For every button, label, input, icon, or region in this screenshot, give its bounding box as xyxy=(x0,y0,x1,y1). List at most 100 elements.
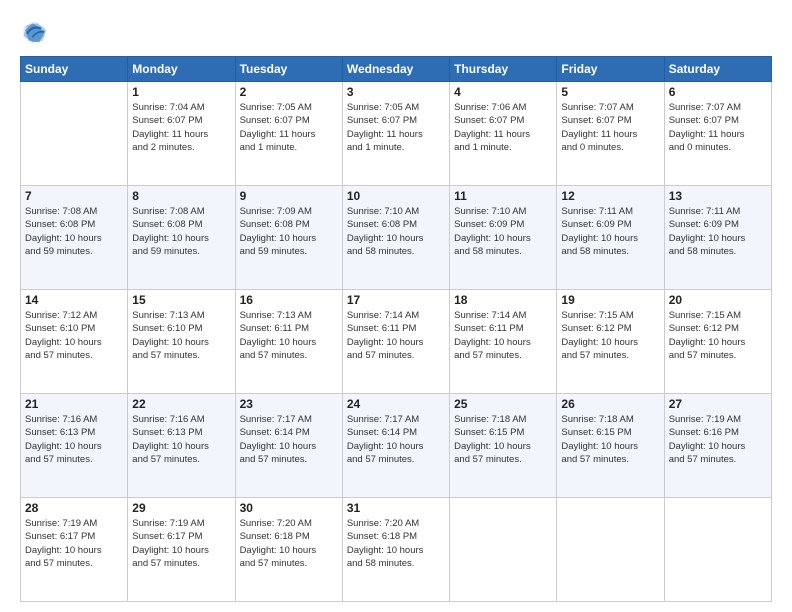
day-number: 14 xyxy=(25,293,123,307)
day-info: Sunrise: 7:15 AM Sunset: 6:12 PM Dayligh… xyxy=(561,309,659,362)
day-number: 11 xyxy=(454,189,552,203)
day-cell: 3 Sunrise: 7:05 AM Sunset: 6:07 PM Daylig… xyxy=(342,82,449,186)
day-info: Sunrise: 7:10 AM Sunset: 6:09 PM Dayligh… xyxy=(454,205,552,258)
day-info: Sunrise: 7:07 AM Sunset: 6:07 PM Dayligh… xyxy=(561,101,659,154)
day-cell xyxy=(450,498,557,602)
day-cell xyxy=(21,82,128,186)
day-info: Sunrise: 7:18 AM Sunset: 6:15 PM Dayligh… xyxy=(561,413,659,466)
day-number: 5 xyxy=(561,85,659,99)
day-cell: 10Sunrise: 7:10 AM Sunset: 6:08 PM Dayli… xyxy=(342,186,449,290)
day-info: Sunrise: 7:18 AM Sunset: 6:15 PM Dayligh… xyxy=(454,413,552,466)
day-cell xyxy=(557,498,664,602)
day-cell: 30 Sunrise: 7:20 AM Sunset: 6:18 PM Dayli… xyxy=(235,498,342,602)
day-info: Sunrise: 7:16 AM Sunset: 6:13 PM Dayligh… xyxy=(25,413,123,466)
weekday-thursday: Thursday xyxy=(450,57,557,82)
day-info: Sunrise: 7:09 AM Sunset: 6:08 PM Dayligh… xyxy=(240,205,338,258)
header xyxy=(20,18,772,46)
day-number: 15 xyxy=(132,293,230,307)
weekday-monday: Monday xyxy=(128,57,235,82)
week-row-1: 7 Sunrise: 7:08 AM Sunset: 6:08 PM Daylig… xyxy=(21,186,772,290)
day-info: Sunrise: 7:20 AM Sunset: 6:18 PM Dayligh… xyxy=(240,517,338,570)
day-cell: 17Sunrise: 7:14 AM Sunset: 6:11 PM Dayli… xyxy=(342,290,449,394)
day-cell: 26 Sunrise: 7:18 AM Sunset: 6:15 PM Dayli… xyxy=(557,394,664,498)
day-cell: 11 Sunrise: 7:10 AM Sunset: 6:09 PM Dayli… xyxy=(450,186,557,290)
day-number: 2 xyxy=(240,85,338,99)
day-cell: 23 Sunrise: 7:17 AM Sunset: 6:14 PM Dayli… xyxy=(235,394,342,498)
day-cell: 6 Sunrise: 7:07 AM Sunset: 6:07 PM Daylig… xyxy=(664,82,771,186)
day-number: 13 xyxy=(669,189,767,203)
day-number: 27 xyxy=(669,397,767,411)
day-number: 29 xyxy=(132,501,230,515)
calendar-table: SundayMondayTuesdayWednesdayThursdayFrid… xyxy=(20,56,772,602)
day-info: Sunrise: 7:19 AM Sunset: 6:17 PM Dayligh… xyxy=(25,517,123,570)
week-row-4: 28 Sunrise: 7:19 AM Sunset: 6:17 PM Dayli… xyxy=(21,498,772,602)
day-number: 3 xyxy=(347,85,445,99)
day-number: 30 xyxy=(240,501,338,515)
day-number: 9 xyxy=(240,189,338,203)
day-number: 4 xyxy=(454,85,552,99)
day-number: 7 xyxy=(25,189,123,203)
day-cell: 31Sunrise: 7:20 AM Sunset: 6:18 PM Dayli… xyxy=(342,498,449,602)
logo xyxy=(20,18,52,46)
week-row-3: 21 Sunrise: 7:16 AM Sunset: 6:13 PM Dayli… xyxy=(21,394,772,498)
day-number: 6 xyxy=(669,85,767,99)
logo-icon xyxy=(20,18,48,46)
day-info: Sunrise: 7:08 AM Sunset: 6:08 PM Dayligh… xyxy=(132,205,230,258)
day-cell: 18 Sunrise: 7:14 AM Sunset: 6:11 PM Dayli… xyxy=(450,290,557,394)
week-row-2: 14 Sunrise: 7:12 AM Sunset: 6:10 PM Dayli… xyxy=(21,290,772,394)
day-cell: 9 Sunrise: 7:09 AM Sunset: 6:08 PM Daylig… xyxy=(235,186,342,290)
day-cell: 16 Sunrise: 7:13 AM Sunset: 6:11 PM Dayli… xyxy=(235,290,342,394)
day-info: Sunrise: 7:17 AM Sunset: 6:14 PM Dayligh… xyxy=(347,413,445,466)
day-info: Sunrise: 7:19 AM Sunset: 6:16 PM Dayligh… xyxy=(669,413,767,466)
day-number: 19 xyxy=(561,293,659,307)
day-number: 28 xyxy=(25,501,123,515)
weekday-friday: Friday xyxy=(557,57,664,82)
day-info: Sunrise: 7:14 AM Sunset: 6:11 PM Dayligh… xyxy=(454,309,552,362)
day-number: 12 xyxy=(561,189,659,203)
weekday-sunday: Sunday xyxy=(21,57,128,82)
day-cell: 2Sunrise: 7:05 AM Sunset: 6:07 PM Daylig… xyxy=(235,82,342,186)
day-number: 18 xyxy=(454,293,552,307)
day-cell: 7Sunrise: 7:08 AM Sunset: 6:08 PM Daylig… xyxy=(21,186,128,290)
day-cell: 27 Sunrise: 7:19 AM Sunset: 6:16 PM Dayli… xyxy=(664,394,771,498)
day-cell: 8 Sunrise: 7:08 AM Sunset: 6:08 PM Daylig… xyxy=(128,186,235,290)
weekday-saturday: Saturday xyxy=(664,57,771,82)
day-info: Sunrise: 7:19 AM Sunset: 6:17 PM Dayligh… xyxy=(132,517,230,570)
weekday-wednesday: Wednesday xyxy=(342,57,449,82)
day-number: 23 xyxy=(240,397,338,411)
day-info: Sunrise: 7:15 AM Sunset: 6:12 PM Dayligh… xyxy=(669,309,767,362)
day-info: Sunrise: 7:11 AM Sunset: 6:09 PM Dayligh… xyxy=(669,205,767,258)
day-cell: 1Sunrise: 7:04 AM Sunset: 6:07 PM Daylig… xyxy=(128,82,235,186)
day-info: Sunrise: 7:07 AM Sunset: 6:07 PM Dayligh… xyxy=(669,101,767,154)
day-cell: 14 Sunrise: 7:12 AM Sunset: 6:10 PM Dayli… xyxy=(21,290,128,394)
day-number: 26 xyxy=(561,397,659,411)
day-number: 20 xyxy=(669,293,767,307)
day-cell: 5 Sunrise: 7:07 AM Sunset: 6:07 PM Daylig… xyxy=(557,82,664,186)
day-info: Sunrise: 7:13 AM Sunset: 6:11 PM Dayligh… xyxy=(240,309,338,362)
day-info: Sunrise: 7:10 AM Sunset: 6:08 PM Dayligh… xyxy=(347,205,445,258)
weekday-header-row: SundayMondayTuesdayWednesdayThursdayFrid… xyxy=(21,57,772,82)
calendar-page: SundayMondayTuesdayWednesdayThursdayFrid… xyxy=(0,0,792,612)
day-cell: 12 Sunrise: 7:11 AM Sunset: 6:09 PM Dayli… xyxy=(557,186,664,290)
day-cell: 24Sunrise: 7:17 AM Sunset: 6:14 PM Dayli… xyxy=(342,394,449,498)
day-number: 21 xyxy=(25,397,123,411)
day-info: Sunrise: 7:05 AM Sunset: 6:07 PM Dayligh… xyxy=(347,101,445,154)
day-cell xyxy=(664,498,771,602)
day-info: Sunrise: 7:16 AM Sunset: 6:13 PM Dayligh… xyxy=(132,413,230,466)
day-number: 31 xyxy=(347,501,445,515)
day-cell: 13 Sunrise: 7:11 AM Sunset: 6:09 PM Dayli… xyxy=(664,186,771,290)
week-row-0: 1Sunrise: 7:04 AM Sunset: 6:07 PM Daylig… xyxy=(21,82,772,186)
day-cell: 22Sunrise: 7:16 AM Sunset: 6:13 PM Dayli… xyxy=(128,394,235,498)
day-cell: 28 Sunrise: 7:19 AM Sunset: 6:17 PM Dayli… xyxy=(21,498,128,602)
day-cell: 29 Sunrise: 7:19 AM Sunset: 6:17 PM Dayli… xyxy=(128,498,235,602)
day-info: Sunrise: 7:13 AM Sunset: 6:10 PM Dayligh… xyxy=(132,309,230,362)
day-cell: 19 Sunrise: 7:15 AM Sunset: 6:12 PM Dayli… xyxy=(557,290,664,394)
day-cell: 20 Sunrise: 7:15 AM Sunset: 6:12 PM Dayli… xyxy=(664,290,771,394)
day-cell: 4Sunrise: 7:06 AM Sunset: 6:07 PM Daylig… xyxy=(450,82,557,186)
day-info: Sunrise: 7:12 AM Sunset: 6:10 PM Dayligh… xyxy=(25,309,123,362)
day-info: Sunrise: 7:14 AM Sunset: 6:11 PM Dayligh… xyxy=(347,309,445,362)
day-number: 16 xyxy=(240,293,338,307)
day-info: Sunrise: 7:17 AM Sunset: 6:14 PM Dayligh… xyxy=(240,413,338,466)
day-info: Sunrise: 7:11 AM Sunset: 6:09 PM Dayligh… xyxy=(561,205,659,258)
day-number: 8 xyxy=(132,189,230,203)
